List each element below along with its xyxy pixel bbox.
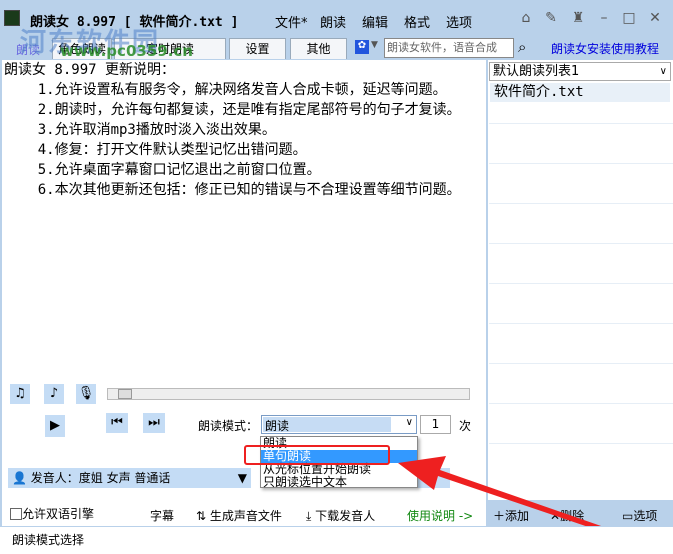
editor-line: 4.修复：打开文件默认类型记忆出错问题。 (4, 142, 307, 158)
maximize-button[interactable]: □ (619, 10, 639, 26)
editor-line: 朗读女 8.997 更新说明： (4, 62, 176, 78)
repeat-count-input[interactable]: 1 (420, 415, 451, 434)
search-input[interactable]: 朗读女软件，语音合成 (384, 38, 514, 58)
speaker-select[interactable]: 👤 发音人：度姐 女声 普通话 ▼ (8, 468, 251, 488)
minimize-button[interactable]: – (594, 10, 614, 26)
playlist-select-value: 默认朗读列表1 (493, 64, 580, 79)
status-text: 朗读模式选择 (12, 533, 85, 547)
generate-audio-button[interactable]: ⇅ 生成声音文件 (196, 507, 282, 524)
pin-icon[interactable]: ✎ (541, 10, 561, 26)
text-editor[interactable]: 朗读女 8.997 更新说明： 1.允许设置私有服务令，解决网络发音人合成卡顿，… (2, 60, 486, 376)
next-button[interactable]: ⏭ (143, 413, 165, 433)
menu-read[interactable]: 朗读 (320, 12, 346, 31)
tab-role-read[interactable]: 角色朗读 (52, 38, 112, 59)
tab-other[interactable]: 其他 (290, 38, 347, 59)
music-note-icon[interactable]: ♪ (44, 384, 64, 404)
editor-line: 3.允许取消mp3播放时淡入淡出效果。 (4, 122, 276, 138)
menu-edit[interactable]: 编辑 (362, 12, 388, 31)
mode-label: 朗读模式： (198, 419, 259, 433)
mode-select[interactable]: 朗读 ∨ (261, 415, 417, 434)
usage-help-link[interactable]: 使用说明 -> (407, 507, 473, 524)
repeat-unit: 次 (459, 419, 472, 433)
person-icon: 👤 (12, 471, 27, 485)
bilingual-label: 允许双语引擎 (22, 507, 95, 521)
tab-read[interactable]: 朗读 (16, 41, 40, 58)
app-icon (4, 10, 20, 26)
chevron-down-icon: ∨ (405, 417, 413, 428)
editor-line: 2.朗读时，允许每句都复读，还是唯有指定尾部符号的句子才复读。 (4, 102, 461, 118)
download-speaker-button[interactable]: ⤓ 下载发音人 (306, 507, 375, 524)
playlist-select[interactable]: 默认朗读列表1 ∨ (489, 62, 671, 81)
home-icon[interactable]: ⌂ (516, 10, 536, 26)
dropdown-arrow-icon[interactable]: ▼ (371, 40, 378, 50)
playlist-panel (488, 60, 673, 500)
speaker-value: 发音人：度姐 女声 普通话 (30, 471, 171, 485)
previous-button[interactable]: ⏮ (106, 413, 128, 433)
download-icon: ⤓ (306, 509, 312, 523)
search-icon[interactable]: ⌕ (518, 38, 526, 56)
help-link[interactable]: 朗读女安装使用教程 (551, 40, 659, 57)
download-label: 下载发音人 (315, 509, 376, 523)
play-button[interactable]: ▶ (45, 415, 65, 437)
convert-icon: ⇅ (196, 509, 207, 523)
editor-line: 1.允许设置私有服务令，解决网络发音人合成卡顿，延迟等问题。 (4, 82, 447, 98)
menu-options[interactable]: 选项 (446, 12, 472, 31)
editor-line: 5.允许桌面字幕窗口记忆退出之前窗口位置。 (4, 162, 321, 178)
chevron-down-icon: ∨ (659, 66, 667, 77)
title-bar: 朗读女 8.997 [ 软件简介.txt ] 文件* 朗读 编辑 格式 选项 ⌂… (0, 0, 673, 38)
tab-settings[interactable]: 设置 (229, 38, 286, 59)
menu-format[interactable]: 格式 (404, 12, 430, 31)
tab-timed-read[interactable]: 定时朗读 (114, 38, 226, 59)
generate-label: 生成声音文件 (209, 509, 282, 523)
bilingual-checkbox[interactable]: 允许双语引擎 (10, 505, 94, 522)
triangle-down-icon: ▼ (237, 471, 247, 485)
menu-file[interactable]: 文件* (275, 12, 308, 31)
checkbox-box[interactable] (10, 508, 22, 520)
progress-slider[interactable] (107, 388, 470, 400)
baidu-icon[interactable]: ✿ (355, 40, 369, 54)
subtitle-button[interactable]: 字幕 (150, 507, 174, 524)
microphone-icon[interactable]: 🎙 (76, 384, 96, 404)
status-bar: 朗读模式选择 (0, 526, 673, 554)
music-file-icon[interactable]: ♫ (10, 384, 30, 404)
editor-line: 6.本次其他更新还包括：修正已知的错误与不合理设置等细节问题。 (4, 182, 461, 198)
window-title: 朗读女 8.997 [ 软件简介.txt ] (30, 15, 239, 30)
slider-thumb[interactable] (118, 389, 132, 399)
mode-select-value: 朗读 (263, 417, 391, 433)
close-button[interactable]: ✕ (645, 10, 665, 26)
playlist-item[interactable]: 软件简介.txt (490, 83, 670, 102)
skin-icon[interactable]: ♜ (568, 10, 588, 26)
